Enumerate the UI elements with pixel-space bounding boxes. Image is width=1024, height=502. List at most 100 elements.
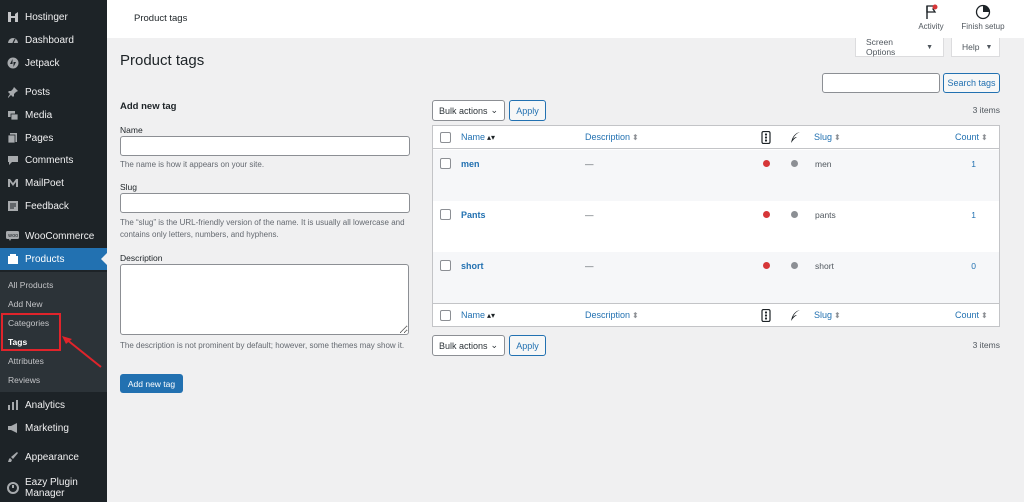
sidebar-item-comments[interactable]: Comments — [0, 149, 107, 171]
activity-button[interactable]: Activity — [914, 4, 948, 31]
tag-description-textarea[interactable] — [120, 264, 409, 335]
sidebar-item-label: Pages — [25, 132, 54, 144]
feedback-icon — [6, 200, 19, 213]
search-tags-button[interactable]: Search tags — [943, 73, 1000, 93]
sidebar-item-mailpoet[interactable]: MailPoet — [0, 172, 107, 194]
sidebar-item-label: Jetpack — [25, 57, 60, 69]
tag-count-link[interactable]: 1 — [971, 210, 976, 220]
tag-description: — — [585, 261, 594, 271]
slug-help-text: The “slug” is the URL-friendly version o… — [120, 218, 405, 239]
search-tags-input[interactable] — [822, 73, 940, 93]
screen-options-button[interactable]: Screen Options ▼ — [855, 37, 944, 57]
sort-icon: ⬍ — [834, 133, 841, 142]
sidebar-item-label: Hostinger — [25, 11, 68, 23]
tag-name-link[interactable]: short — [461, 261, 484, 271]
column-slug-header[interactable]: Slug ⬍ — [814, 132, 841, 142]
tag-name-link[interactable]: men — [461, 159, 480, 169]
sort-icon: ▴▾ — [487, 133, 496, 142]
description-label: Description — [120, 253, 163, 263]
tag-count-link[interactable]: 0 — [971, 261, 976, 271]
dashboard-icon — [6, 34, 19, 47]
select-all-checkbox[interactable] — [440, 132, 451, 143]
sidebar-item-marketing[interactable]: Marketing — [0, 417, 107, 439]
help-button[interactable]: Help ▼ — [951, 38, 1000, 57]
select-all-checkbox-footer[interactable] — [440, 310, 451, 321]
column-name-footer[interactable]: Name ▴▾ — [461, 310, 495, 320]
tag-name-link[interactable]: Pants — [461, 210, 486, 220]
topbar-title: Product tags — [134, 13, 188, 24]
column-slug-footer[interactable]: Slug ⬍ — [814, 310, 841, 320]
sidebar-item-label: MailPoet — [25, 177, 64, 189]
column-count-header[interactable]: Count ⬍ — [955, 132, 988, 142]
mailpoet-icon — [6, 177, 19, 190]
feather-icon[interactable] — [789, 309, 801, 324]
sort-icon: ⬍ — [834, 311, 841, 320]
sidebar-item-label-line2: Manager — [25, 488, 65, 499]
finish-setup-button[interactable]: Finish setup — [958, 4, 1008, 31]
sidebar-item-feedback[interactable]: Feedback — [0, 195, 107, 217]
megaphone-icon — [6, 422, 19, 435]
traffic-light-icon[interactable] — [761, 130, 771, 146]
sidebar-item-pages[interactable]: Pages — [0, 127, 107, 149]
readability-status-gray-dot — [791, 160, 798, 167]
activity-label: Activity — [918, 22, 944, 31]
column-slug-label: Slug — [814, 132, 833, 142]
caret-down-icon: ▼ — [926, 43, 933, 51]
sidebar-item-media[interactable]: Media — [0, 104, 107, 126]
feather-icon[interactable] — [789, 131, 801, 146]
annotation-arrow — [62, 336, 102, 368]
column-description-footer[interactable]: Description ⬍ — [585, 310, 639, 320]
tag-description: — — [585, 159, 594, 169]
pin-icon — [6, 86, 19, 99]
woocommerce-icon: woo — [6, 230, 19, 243]
column-count-label: Count — [955, 132, 980, 142]
apply-button-bottom[interactable]: Apply — [509, 335, 546, 356]
submenu-item-all-products[interactable]: All Products — [8, 280, 53, 290]
sidebar-item-jetpack[interactable]: Jetpack — [0, 52, 107, 74]
submenu-item-attributes[interactable]: Attributes — [8, 356, 44, 366]
sidebar-item-eazy-plugin-manager[interactable]: Eazy Plugin Manager — [0, 475, 107, 501]
sidebar-item-posts[interactable]: Posts — [0, 81, 107, 103]
submenu-item-reviews[interactable]: Reviews — [8, 375, 40, 385]
bulk-actions-select-top[interactable]: Bulk actions ⌄ — [432, 100, 505, 121]
tag-slug-input[interactable] — [120, 193, 410, 213]
table-header-row: Name ▴▾ Description ⬍ Slug ⬍ Count ⬍ — [433, 126, 999, 149]
sidebar-item-label: Analytics — [25, 399, 66, 411]
comments-icon — [6, 154, 19, 167]
tag-slug: men — [815, 159, 832, 169]
row-checkbox[interactable] — [440, 209, 451, 220]
traffic-light-icon[interactable] — [761, 308, 771, 324]
bulk-actions-label: Bulk actions — [439, 340, 488, 351]
sidebar-item-label: Comments — [25, 154, 74, 166]
sidebar-item-label: Dashboard — [25, 34, 74, 46]
tags-table: Name ▴▾ Description ⬍ Slug ⬍ Count ⬍ men — m… — [432, 125, 1000, 327]
sidebar-item-analytics[interactable]: Analytics — [0, 394, 107, 416]
media-icon — [6, 109, 19, 122]
sidebar-item-label: Marketing — [25, 422, 69, 434]
column-count-footer[interactable]: Count ⬍ — [955, 310, 988, 320]
bulk-actions-select-bottom[interactable]: Bulk actions ⌄ — [432, 335, 505, 356]
readability-status-gray-dot — [791, 262, 798, 269]
apply-button-top[interactable]: Apply — [509, 100, 546, 121]
submenu-item-add-new[interactable]: Add New — [8, 299, 43, 309]
add-new-tag-heading: Add new tag — [120, 101, 177, 112]
row-checkbox[interactable] — [440, 158, 451, 169]
tag-name-input[interactable] — [120, 136, 410, 156]
column-name-header[interactable]: Name ▴▾ — [461, 132, 495, 142]
row-checkbox[interactable] — [440, 260, 451, 271]
sidebar-item-dashboard[interactable]: Dashboard — [0, 29, 107, 51]
tag-slug: short — [815, 261, 834, 271]
sidebar-item-woocommerce[interactable]: woo WooCommerce — [0, 225, 107, 247]
sidebar-item-products[interactable]: Products — [0, 248, 107, 270]
tag-count-link[interactable]: 1 — [971, 159, 976, 169]
sidebar-item-appearance[interactable]: Appearance — [0, 446, 107, 468]
table-footer-row: Name ▴▾ Description ⬍ Slug ⬍ Count ⬍ — [433, 303, 999, 326]
column-description-header[interactable]: Description ⬍ — [585, 132, 639, 142]
add-new-tag-button[interactable]: Add new tag — [120, 374, 183, 393]
chevron-down-icon: ⌄ — [490, 105, 498, 115]
items-count-top: 3 items — [972, 105, 1000, 115]
page-title: Product tags — [120, 52, 205, 69]
sidebar-item-label: WooCommerce — [25, 230, 95, 242]
sort-icon: ⬍ — [632, 133, 639, 142]
sidebar-item-hostinger[interactable]: Hostinger — [0, 6, 107, 28]
